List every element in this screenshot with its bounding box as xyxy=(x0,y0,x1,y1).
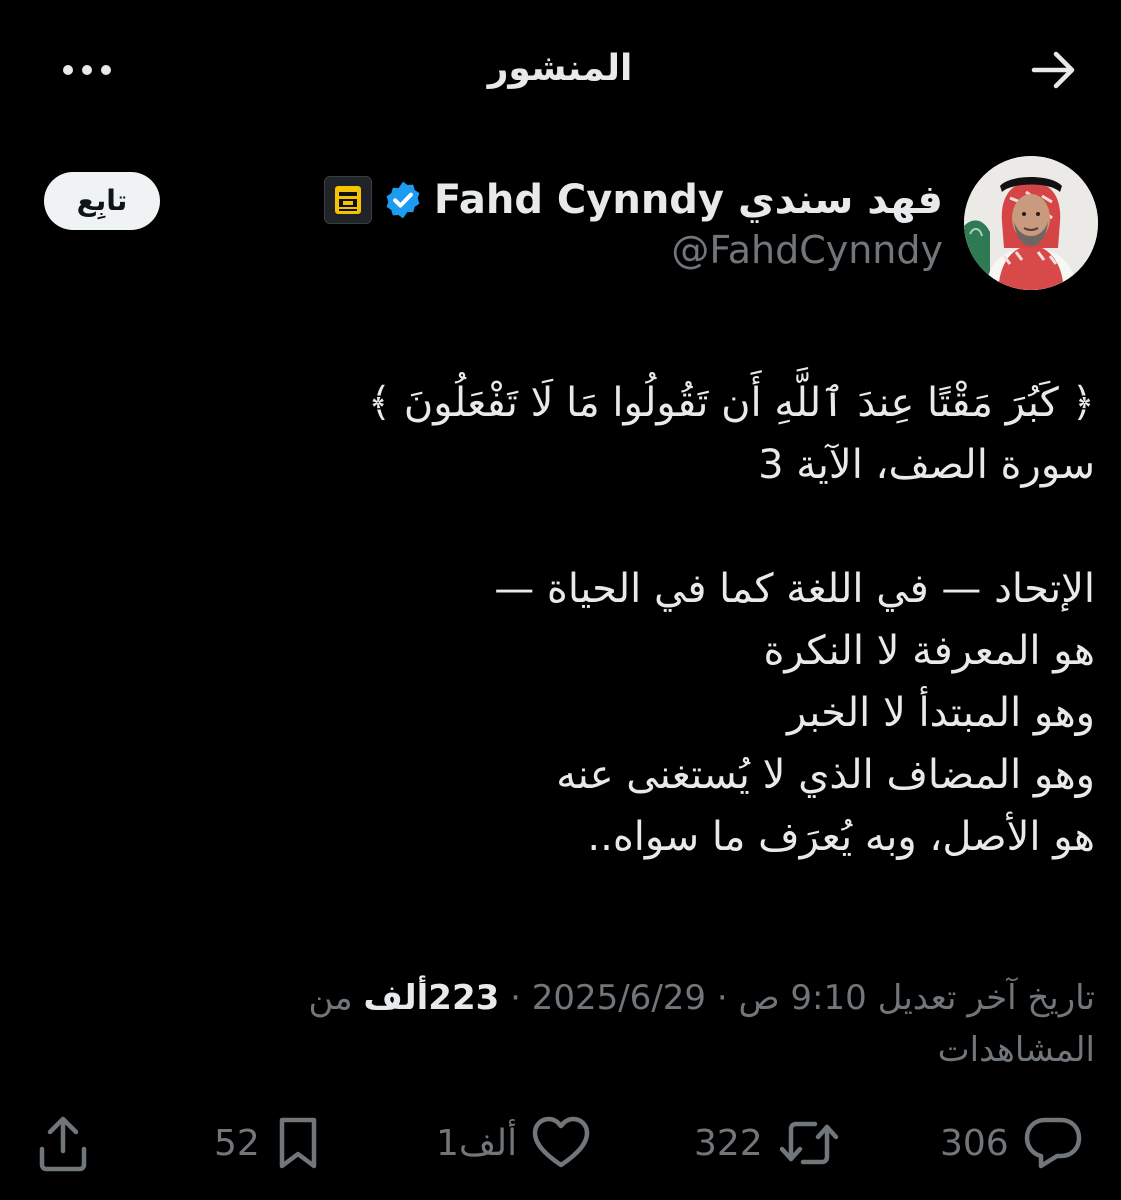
post-text-line: سورة الصف، الآية 3 xyxy=(758,442,1095,488)
repost-button[interactable]: 322 xyxy=(694,1108,841,1178)
meta-separator: · xyxy=(716,978,728,1018)
author-avatar[interactable] xyxy=(964,156,1098,290)
verified-badge-icon[interactable] xyxy=(382,179,424,221)
heart-icon xyxy=(532,1116,590,1168)
like-button[interactable]: 1ألف xyxy=(436,1108,591,1178)
bookmark-count: 52 xyxy=(214,1122,260,1164)
more-horizontal-icon xyxy=(63,65,73,75)
more-dot xyxy=(82,65,92,75)
more-options-button[interactable] xyxy=(52,50,122,90)
affiliate-badge[interactable] xyxy=(323,176,372,224)
author-name-row: فهد سندي Fahd Cynndy xyxy=(323,172,943,228)
post-meta: تاريخ آخر تعديل 9:10 ص · 2025/6/29 · 223… xyxy=(195,972,1095,1076)
follow-button[interactable]: تابِع xyxy=(44,172,160,230)
post-text-line: هو المعرفة لا النكرة xyxy=(763,628,1095,674)
author-handle[interactable]: @FahdCynndy xyxy=(671,228,943,272)
post-text-line: الإتحاد — في اللغة كما في الحياة — xyxy=(494,566,1095,612)
top-bar: المنشور xyxy=(0,0,1121,140)
post-date[interactable]: 2025/6/29 xyxy=(532,978,706,1018)
bookmark-button[interactable]: 52 xyxy=(214,1108,322,1178)
author-display-name[interactable]: فهد سندي Fahd Cynndy xyxy=(434,177,943,223)
post-text-line: وهو المضاف الذي لا يُستغنى عنه xyxy=(556,752,1095,798)
reply-icon xyxy=(1024,1117,1081,1169)
post-time[interactable]: 9:10 ص xyxy=(738,978,866,1018)
edited-label[interactable]: تاريخ آخر تعديل xyxy=(878,978,1095,1018)
bookmark-icon xyxy=(279,1117,317,1169)
club-logo-icon xyxy=(334,186,361,214)
post-text: ﴿ كَبُرَ مَقْتًا عِندَ ٱللَّهِ أَن تَقُو… xyxy=(35,372,1095,868)
post-text-line: هو الأصل، وبه يُعرَف ما سواه.. xyxy=(587,814,1095,860)
post-text-line: ﴿ كَبُرَ مَقْتًا عِندَ ٱللَّهِ أَن تَقُو… xyxy=(367,380,1095,426)
reply-button[interactable]: 306 xyxy=(940,1108,1083,1178)
post-text-line: وهو المبتدأ لا الخبر xyxy=(787,690,1095,736)
post-text-line xyxy=(35,496,1095,558)
repost-count: 322 xyxy=(694,1122,763,1164)
page-title: المنشور xyxy=(487,48,633,89)
reply-count: 306 xyxy=(940,1122,1009,1164)
like-count: 1ألف xyxy=(436,1122,518,1164)
share-button[interactable] xyxy=(36,1108,90,1178)
avatar-portrait-image xyxy=(964,156,1098,290)
repost-icon xyxy=(779,1121,838,1165)
share-icon xyxy=(39,1116,87,1172)
meta-separator: · xyxy=(510,978,521,1018)
more-dot xyxy=(101,65,111,75)
views-count[interactable]: 223ألف xyxy=(363,978,499,1018)
action-bar: 52 1ألف 322 306 xyxy=(0,1108,1121,1178)
back-button[interactable] xyxy=(1022,42,1086,98)
arrow-right-icon xyxy=(1031,51,1075,89)
